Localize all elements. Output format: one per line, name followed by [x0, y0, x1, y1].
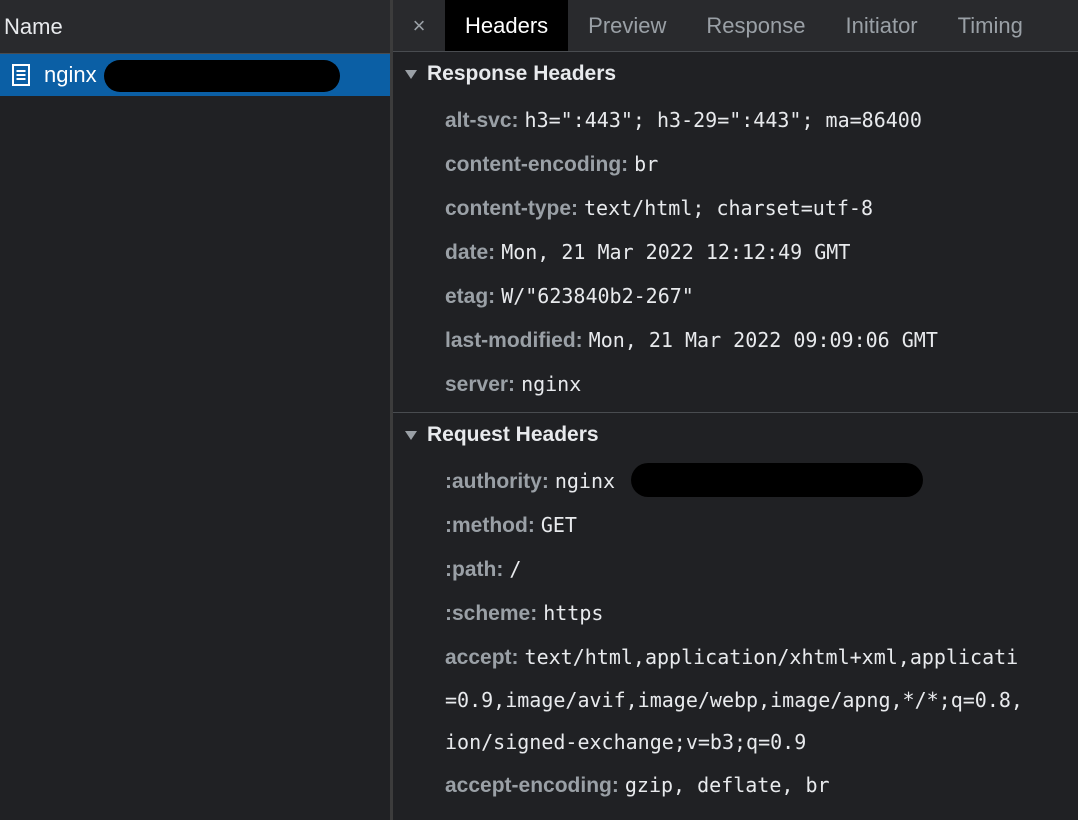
header-value: https [543, 601, 604, 625]
header-key: accept-encoding: [445, 774, 619, 797]
header-row: content-encoding: br [393, 142, 1078, 186]
header-value: Mon, 21 Mar 2022 12:12:49 GMT [501, 240, 851, 264]
response-headers-section: Response Headers alt-svc: h3=":443"; h3-2… [393, 52, 1078, 413]
header-row: accept: text/html,application/xhtml+xml,a… [393, 635, 1078, 679]
header-value-continuation: =0.9,image/avif,image/webp,image/apng,*/… [445, 688, 1023, 712]
header-row: :path: / [393, 547, 1078, 591]
header-key: :method: [445, 514, 535, 537]
close-icon[interactable]: × [393, 0, 445, 51]
header-row: date: Mon, 21 Mar 2022 12:12:49 GMT [393, 230, 1078, 274]
header-value: text/html,application/xhtml+xml,applicat… [524, 645, 1019, 669]
header-row: content-type: text/html; charset=utf-8 [393, 186, 1078, 230]
request-headers-toggle[interactable]: Request Headers [393, 413, 1078, 457]
tab-preview[interactable]: Preview [568, 0, 686, 51]
header-row: :authority: nginx [393, 459, 1078, 503]
request-headers-section: Request Headers :authority: nginx :method… [393, 413, 1078, 813]
redaction-mark [631, 463, 923, 497]
header-row: last-modified: Mon, 21 Mar 2022 09:09:06 … [393, 318, 1078, 362]
header-key: content-type: [445, 197, 578, 220]
response-header-list: alt-svc: h3=":443"; h3-29=":443"; ma=8640… [393, 96, 1078, 412]
expand-triangle-icon [405, 69, 417, 79]
header-value: br [634, 152, 659, 176]
header-value: W/"623840b2-267" [501, 284, 694, 308]
devtools-network-panel: Name nginx × Headers Preview Response In… [0, 0, 1078, 820]
header-key: etag: [445, 285, 496, 308]
header-value: h3=":443"; h3-29=":443"; ma=86400 [524, 108, 922, 132]
tab-headers[interactable]: Headers [445, 0, 569, 51]
request-details: × Headers Preview Response Initiator Tim… [393, 0, 1078, 820]
header-key: alt-svc: [445, 109, 519, 132]
header-value-continuation: ion/signed-exchange;v=b3;q=0.9 [445, 730, 807, 754]
header-row: :scheme: https [393, 591, 1078, 635]
tab-timing[interactable]: Timing [938, 0, 1043, 51]
header-value: text/html; charset=utf-8 [584, 196, 873, 220]
header-key: date: [445, 241, 496, 264]
header-key: :path: [445, 558, 504, 581]
header-row: :method: GET [393, 503, 1078, 547]
name-column-label: Name [4, 13, 63, 39]
request-row-selected[interactable]: nginx [0, 54, 390, 96]
expand-triangle-icon [405, 430, 417, 440]
request-header-list: :authority: nginx :method: GET :path: / :sc… [393, 457, 1078, 813]
document-icon [12, 64, 30, 86]
header-key: :authority: [445, 470, 549, 493]
tab-response[interactable]: Response [686, 0, 825, 51]
header-key: server: [445, 373, 516, 396]
response-headers-toggle[interactable]: Response Headers [393, 52, 1078, 96]
tab-initiator[interactable]: Initiator [825, 0, 937, 51]
header-value: / [509, 557, 522, 581]
details-tab-bar: × Headers Preview Response Initiator Tim… [393, 0, 1078, 52]
request-name: nginx [44, 62, 97, 87]
header-key: accept: [445, 646, 519, 669]
name-column-header[interactable]: Name [0, 0, 390, 54]
section-title: Request Headers [427, 423, 599, 446]
header-value: nginx [554, 469, 616, 493]
header-value: gzip, deflate, br [624, 773, 830, 797]
redaction-mark [104, 60, 340, 92]
section-title: Response Headers [427, 62, 617, 85]
header-key: last-modified: [445, 329, 583, 352]
header-key: :scheme: [445, 602, 538, 625]
header-value: Mon, 21 Mar 2022 09:09:06 GMT [588, 328, 938, 352]
header-row: alt-svc: h3=":443"; h3-29=":443"; ma=8640… [393, 98, 1078, 142]
header-key: content-encoding: [445, 153, 629, 176]
header-value: GET [540, 513, 577, 537]
header-row: etag: W/"623840b2-267" [393, 274, 1078, 318]
header-row: server: nginx [393, 362, 1078, 406]
request-list: Name nginx [0, 0, 393, 820]
header-row: accept-encoding: gzip, deflate, br [393, 763, 1078, 807]
header-value: nginx [521, 372, 582, 396]
